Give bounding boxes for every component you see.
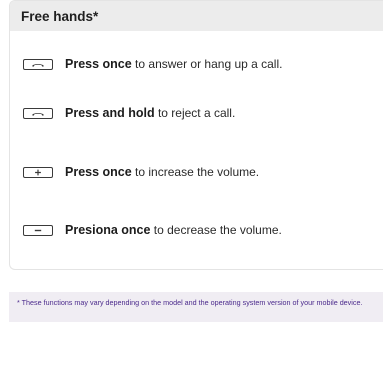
instruction-row-volume-down: Presiona once to decrease the volume. <box>23 221 282 239</box>
phone-handset-icon <box>23 107 53 119</box>
card-header: Free hands* <box>10 1 383 31</box>
instruction-row-volume-up: Press once to increase the volume. <box>23 163 259 181</box>
instruction-row-reject: Press and hold to reject a call. <box>23 104 235 122</box>
minus-key-icon <box>23 224 53 236</box>
free-hands-card: Free hands* Press once to answer or hang… <box>9 0 383 270</box>
plus-key-icon <box>23 166 53 178</box>
card-title: Free hands* <box>21 8 99 24</box>
instruction-text: Press once to increase the volume. <box>65 165 260 179</box>
instruction-text: Presiona once to decrease the volume. <box>65 223 282 237</box>
footnote-box: * These functions may vary depending on … <box>9 292 383 322</box>
phone-handset-icon <box>23 58 53 70</box>
instruction-row-answer: Press once to answer or hang up a call. <box>23 55 282 73</box>
instruction-text: Press and hold to reject a call. <box>65 106 236 120</box>
instruction-text: Press once to answer or hang up a call. <box>65 57 283 71</box>
footnote-text: * These functions may vary depending on … <box>17 298 363 307</box>
